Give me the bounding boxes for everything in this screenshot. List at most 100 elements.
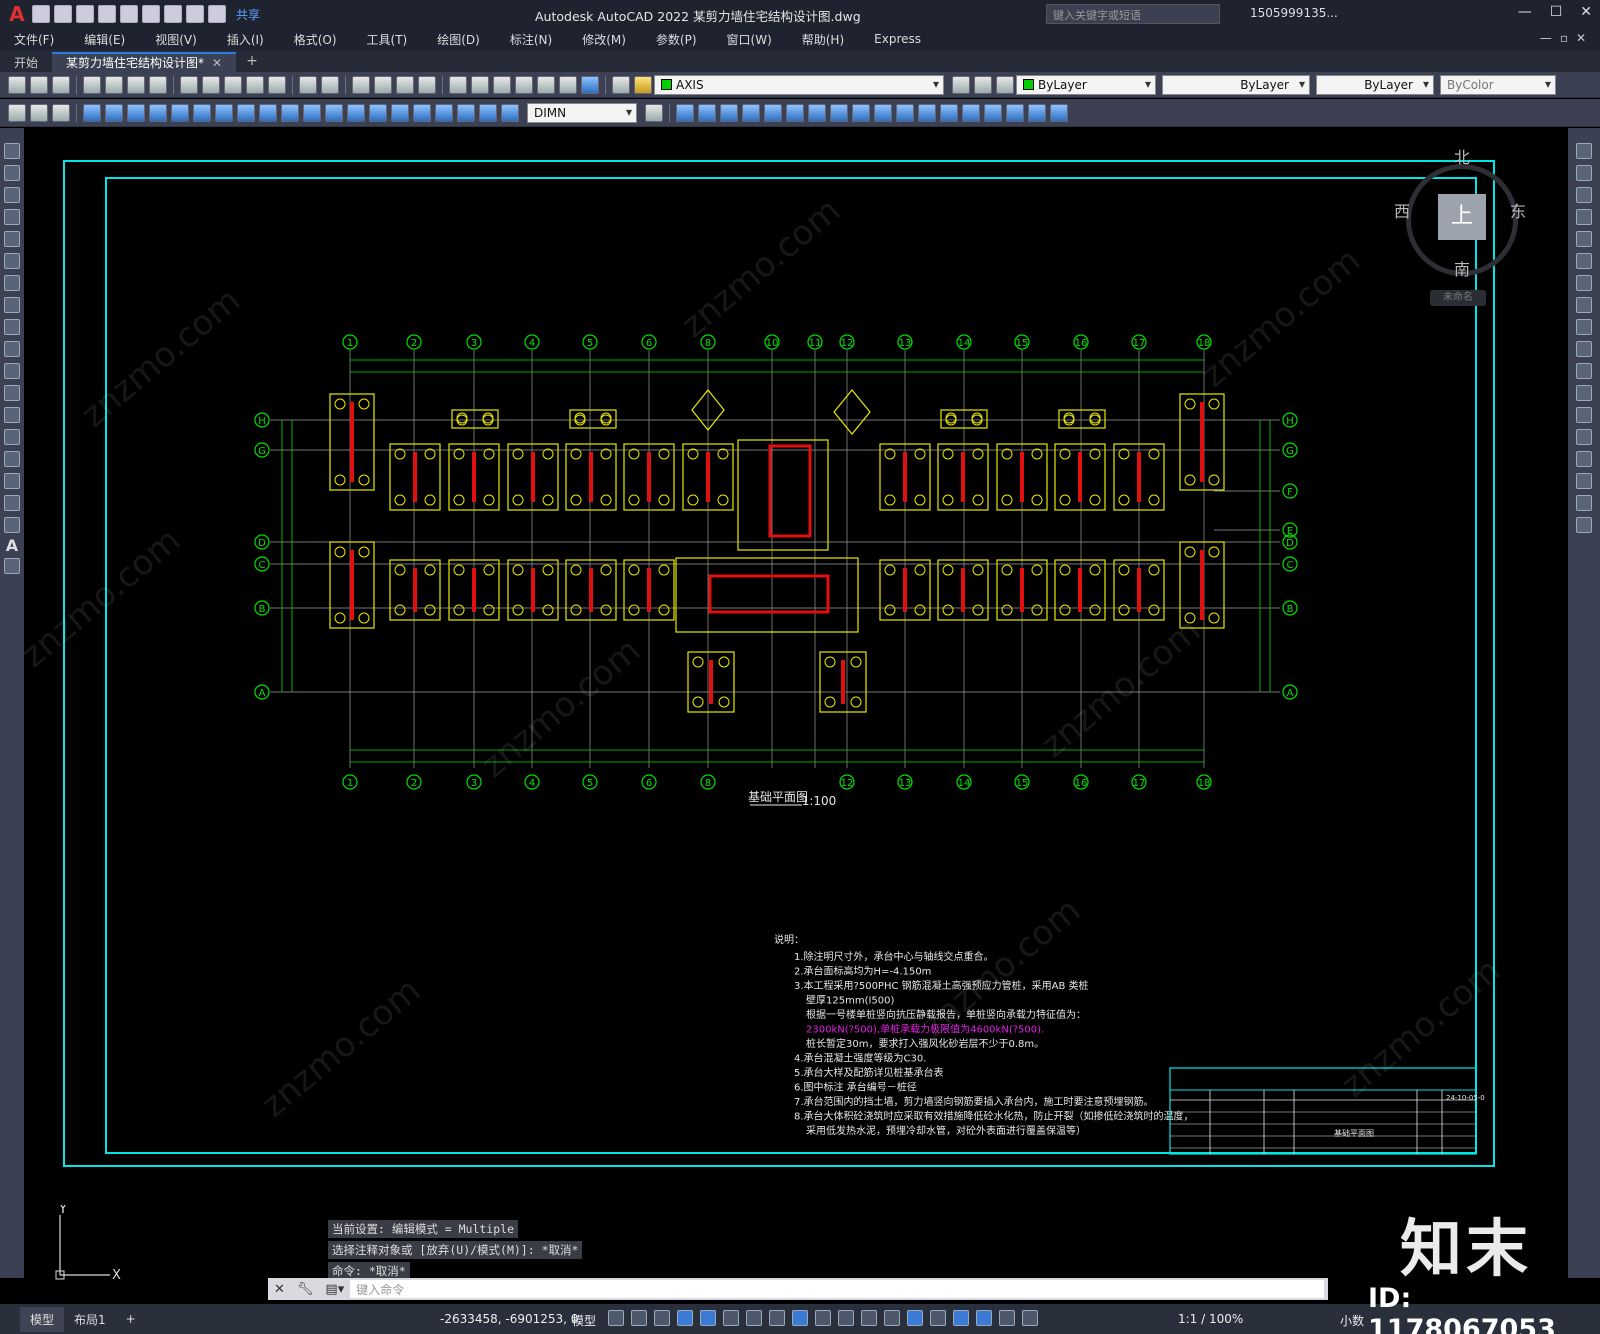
block-editor-icon[interactable] bbox=[268, 75, 286, 94]
compass-east[interactable]: 东 bbox=[1510, 198, 1526, 222]
grid-icon[interactable] bbox=[608, 1310, 624, 1326]
copy-object-icon[interactable] bbox=[1576, 165, 1592, 181]
cylinder-icon[interactable] bbox=[764, 103, 782, 122]
command-input[interactable]: 键入命令 bbox=[350, 1280, 1324, 1298]
tab-layout1[interactable]: 布局1 bbox=[64, 1307, 116, 1332]
tolerance-icon[interactable] bbox=[369, 103, 387, 122]
save-as-icon[interactable] bbox=[98, 5, 116, 23]
explode-icon[interactable] bbox=[1576, 517, 1592, 533]
new-tab-button[interactable]: + bbox=[246, 53, 258, 69]
ellipse-icon[interactable] bbox=[4, 341, 20, 357]
help-search-input[interactable]: 键入关键字或短语 bbox=[1046, 4, 1220, 24]
publish-icon[interactable] bbox=[120, 5, 138, 23]
compass-north[interactable]: 北 bbox=[1454, 144, 1470, 168]
transparency-icon[interactable] bbox=[838, 1310, 854, 1326]
layer-previous-icon[interactable] bbox=[974, 75, 992, 94]
menu-dimension[interactable]: 标注(N) bbox=[510, 31, 552, 48]
selection-filter-icon[interactable] bbox=[930, 1310, 946, 1326]
compass-south[interactable]: 南 bbox=[1454, 256, 1470, 280]
open-icon[interactable] bbox=[54, 5, 72, 23]
menu-express[interactable]: Express bbox=[874, 32, 921, 46]
layer-iso-icon[interactable] bbox=[996, 75, 1014, 94]
ortho-icon[interactable] bbox=[700, 1310, 716, 1326]
polar-tracking-icon[interactable] bbox=[723, 1310, 739, 1326]
auto-scale-icon[interactable] bbox=[999, 1310, 1015, 1326]
maximize-button[interactable]: ☐ bbox=[1550, 4, 1563, 20]
zoom-window-icon[interactable] bbox=[396, 75, 414, 94]
make-block-icon[interactable] bbox=[4, 407, 20, 423]
multiline-text-icon[interactable]: A bbox=[6, 536, 18, 555]
add-layout-button[interactable]: + bbox=[116, 1308, 146, 1330]
point-icon[interactable] bbox=[4, 429, 20, 445]
minimize-button[interactable]: — bbox=[1518, 4, 1532, 20]
zoom-realtime-icon[interactable] bbox=[374, 75, 392, 94]
selection-cycling-icon[interactable] bbox=[861, 1310, 877, 1326]
intersect-icon[interactable] bbox=[896, 103, 914, 122]
object-snap-tracking-icon[interactable] bbox=[769, 1310, 785, 1326]
erase-icon[interactable] bbox=[1576, 143, 1592, 159]
menu-format[interactable]: 格式(O) bbox=[294, 31, 337, 48]
make-current-icon[interactable] bbox=[952, 75, 970, 94]
redo-icon[interactable] bbox=[208, 5, 226, 23]
menu-draw[interactable]: 绘图(D) bbox=[437, 31, 480, 48]
annotation-scale-icon[interactable] bbox=[1022, 1310, 1038, 1326]
gradient-icon[interactable] bbox=[4, 473, 20, 489]
construction-line-icon[interactable] bbox=[4, 165, 20, 181]
table-icon[interactable] bbox=[4, 517, 20, 533]
dim-angular-icon[interactable] bbox=[237, 103, 255, 122]
gizmo-icon[interactable] bbox=[953, 1310, 969, 1326]
box-icon[interactable] bbox=[676, 103, 694, 122]
break-at-point-icon[interactable] bbox=[1576, 385, 1592, 401]
revolve-icon[interactable] bbox=[830, 103, 848, 122]
dim-aligned-icon[interactable] bbox=[105, 103, 123, 122]
copy-icon[interactable] bbox=[202, 75, 220, 94]
menu-file[interactable]: 文件(F) bbox=[14, 31, 54, 48]
menu-modify[interactable]: 修改(M) bbox=[582, 31, 626, 48]
autocad-logo-icon[interactable]: A bbox=[4, 1, 30, 27]
chamfer-icon[interactable] bbox=[1576, 451, 1592, 467]
layer-off-icon[interactable] bbox=[30, 103, 48, 122]
menu-edit[interactable]: 编辑(E) bbox=[84, 31, 125, 48]
dim-update-icon[interactable] bbox=[501, 103, 519, 122]
trim-icon[interactable] bbox=[1576, 341, 1592, 357]
print-icon[interactable] bbox=[164, 5, 182, 23]
line-icon[interactable] bbox=[4, 143, 20, 159]
share-button[interactable]: 共享 bbox=[236, 6, 260, 23]
dim-ordinate-icon[interactable] bbox=[149, 103, 167, 122]
scale-icon[interactable] bbox=[1576, 297, 1592, 313]
layer-freeze-icon[interactable] bbox=[8, 103, 26, 122]
union-icon[interactable] bbox=[852, 103, 870, 122]
dim-arc-icon[interactable] bbox=[127, 103, 145, 122]
match-properties-icon[interactable] bbox=[246, 75, 264, 94]
preview-icon[interactable] bbox=[105, 75, 123, 94]
add-selected-icon[interactable] bbox=[4, 558, 20, 574]
user-account-button[interactable]: 1505999135... bbox=[1250, 6, 1338, 20]
dim-diameter-icon[interactable] bbox=[215, 103, 233, 122]
dynamic-input-icon[interactable] bbox=[677, 1310, 693, 1326]
section-icon[interactable] bbox=[940, 103, 958, 122]
dwf-icon[interactable] bbox=[149, 75, 167, 94]
save-icon[interactable] bbox=[76, 5, 94, 23]
dim-space-icon[interactable] bbox=[325, 103, 343, 122]
circle-icon[interactable] bbox=[4, 275, 20, 291]
extend-icon[interactable] bbox=[1576, 363, 1592, 379]
dim-style-icon[interactable] bbox=[645, 103, 663, 122]
recent-commands-icon[interactable]: ▤▾ bbox=[325, 1282, 344, 1297]
lights-icon[interactable] bbox=[1028, 103, 1046, 122]
tab-close-icon[interactable]: ✕ bbox=[212, 56, 222, 70]
viewcube-top-face[interactable]: 上 bbox=[1438, 194, 1486, 240]
subtract-icon[interactable] bbox=[874, 103, 892, 122]
menu-help[interactable]: 帮助(H) bbox=[802, 31, 844, 48]
tab-drawing[interactable]: 某剪力墙住宅结构设计图* ✕ bbox=[52, 52, 237, 72]
customize-icon[interactable]: 🔧︎ bbox=[297, 1282, 314, 1297]
units-readout[interactable]: 小数 bbox=[1340, 1312, 1364, 1329]
insert-block-icon[interactable] bbox=[4, 385, 20, 401]
help-icon[interactable] bbox=[581, 75, 599, 94]
pan-icon[interactable] bbox=[352, 75, 370, 94]
calculator-icon[interactable] bbox=[559, 75, 577, 94]
ellipse-arc-icon[interactable] bbox=[4, 363, 20, 379]
rectangle-icon[interactable] bbox=[4, 231, 20, 247]
undo-icon[interactable] bbox=[299, 75, 317, 94]
markup-icon[interactable] bbox=[537, 75, 555, 94]
render-icon[interactable] bbox=[984, 103, 1002, 122]
